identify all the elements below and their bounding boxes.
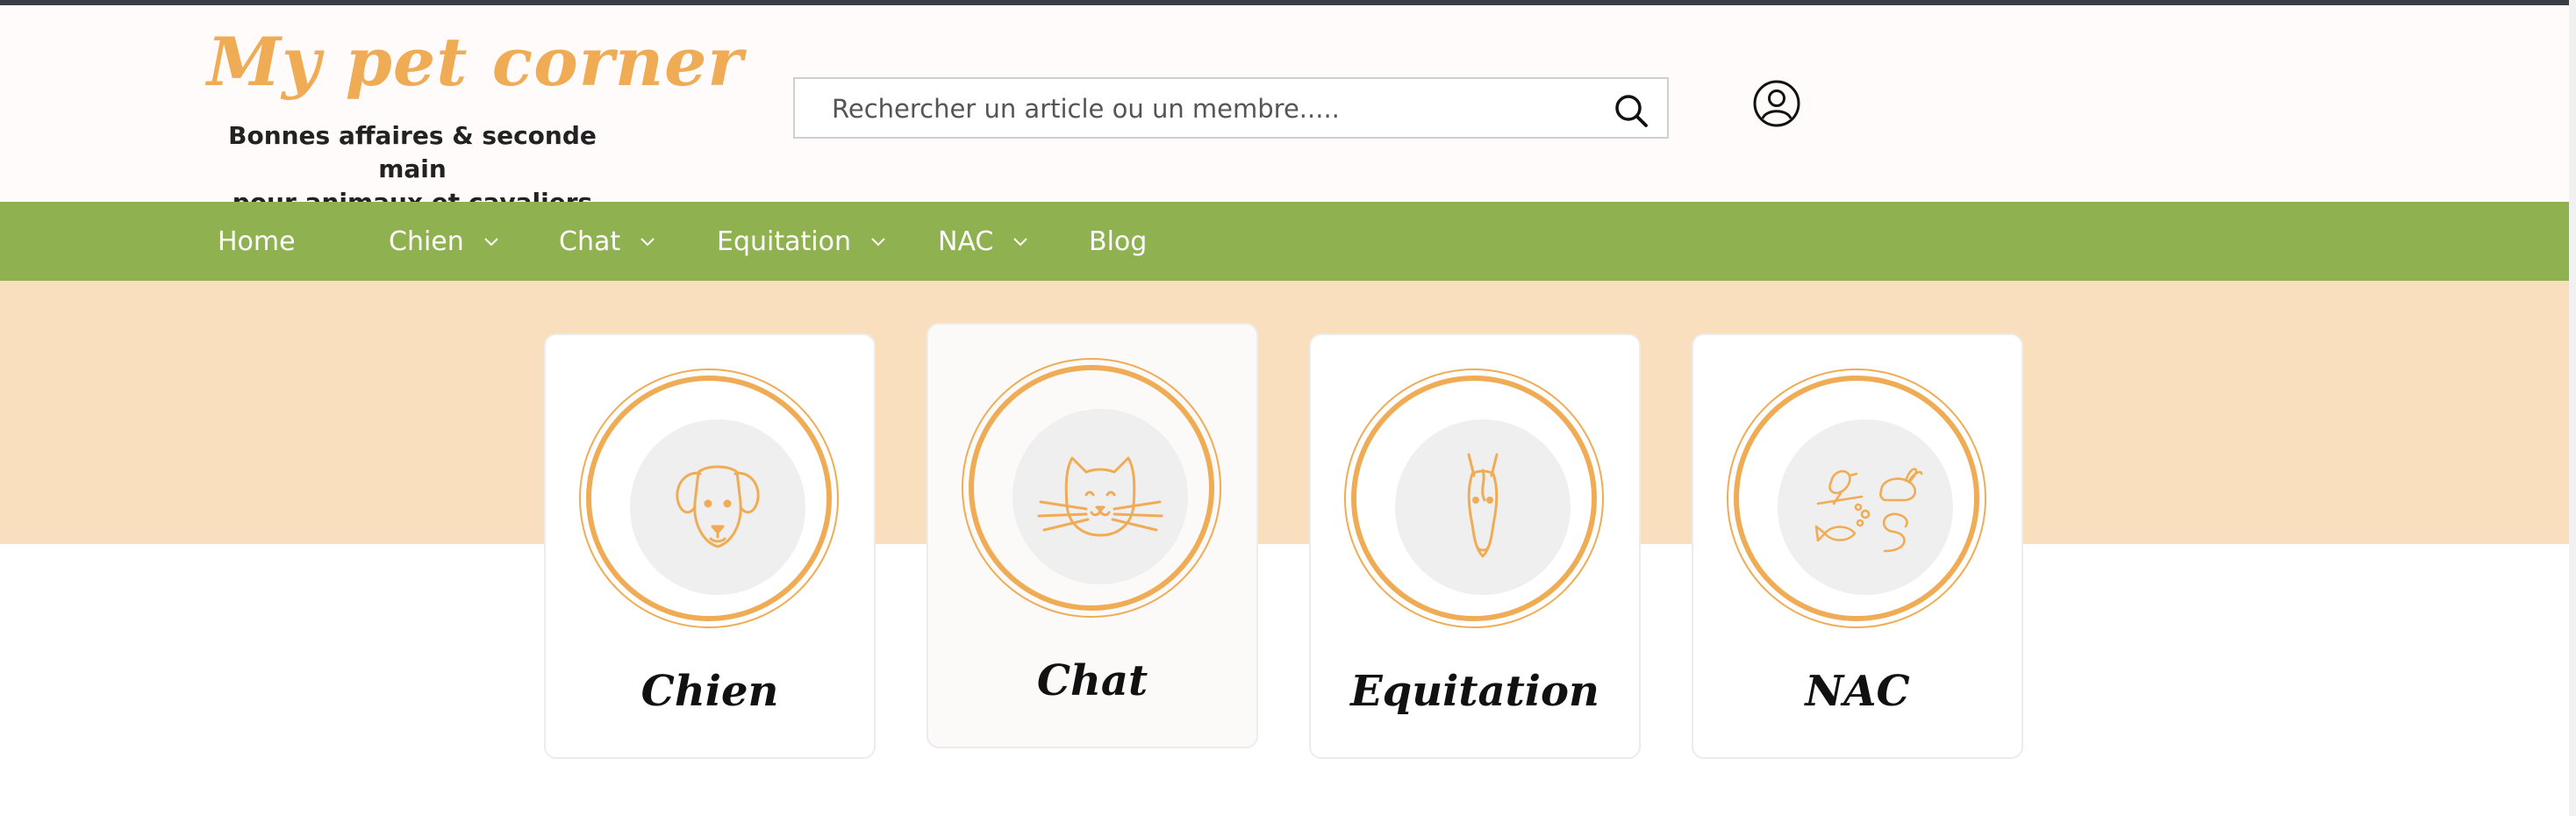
- site-logo[interactable]: My pet corner: [207, 23, 743, 101]
- tagline-line-1: Bonnes affaires & seconde main: [228, 121, 597, 183]
- nav-home[interactable]: Home: [218, 202, 296, 281]
- nav-chat[interactable]: Chat: [559, 202, 655, 281]
- chevron-down-icon: [871, 238, 885, 247]
- category-card-equitation[interactable]: Equitation: [1309, 333, 1641, 759]
- nav-chat-label: Chat: [559, 225, 621, 257]
- nav-blog-label: Blog: [1089, 225, 1148, 257]
- search-icon[interactable]: [1613, 92, 1649, 129]
- nav-chien[interactable]: Chien: [389, 202, 499, 281]
- nav-equitation-label: Equitation: [717, 225, 851, 257]
- nav-nac[interactable]: NAC: [938, 202, 1028, 281]
- category-label-equitation: Equitation: [1350, 667, 1599, 716]
- search-bar: [793, 77, 1669, 139]
- category-card-chat[interactable]: Chat: [927, 323, 1258, 748]
- cat-icon: [1013, 409, 1188, 584]
- category-label-nac: NAC: [1805, 667, 1910, 716]
- category-label-chat: Chat: [1036, 656, 1148, 705]
- nav-blog[interactable]: Blog: [1089, 202, 1147, 281]
- nav-home-label: Home: [218, 225, 296, 257]
- category-card-chien[interactable]: Chien: [544, 333, 876, 759]
- scrollbar[interactable]: [2569, 0, 2576, 816]
- nav-nac-label: NAC: [938, 225, 994, 257]
- category-icon-ring: [962, 358, 1221, 618]
- ring-inner: [1351, 376, 1597, 621]
- search-input[interactable]: [830, 79, 1588, 139]
- site-header: My pet corner Bonnes affaires & seconde …: [0, 5, 2569, 217]
- chevron-down-icon: [1013, 238, 1028, 247]
- chevron-down-icon: [484, 238, 498, 247]
- ring-inner: [586, 376, 832, 621]
- hero-banner: [0, 281, 2569, 544]
- category-card-nac[interactable]: NAC: [1692, 333, 2023, 759]
- ring-inner: [969, 365, 1214, 611]
- category-icon-ring: [579, 369, 839, 628]
- small-pets-icon: [1778, 419, 1953, 595]
- ring-inner: [1734, 376, 1979, 621]
- chevron-down-icon: [640, 238, 655, 247]
- dog-icon: [630, 419, 805, 595]
- nav-chien-label: Chien: [389, 225, 464, 257]
- category-icon-ring: [1727, 369, 1986, 628]
- horse-icon: [1395, 419, 1571, 595]
- category-icon-ring: [1344, 369, 1604, 628]
- main-navigation: Home Chien Chat Equitation NAC Blog: [0, 202, 2569, 281]
- user-account-icon[interactable]: [1752, 79, 1801, 128]
- category-label-chien: Chien: [640, 667, 779, 716]
- nav-equitation[interactable]: Equitation: [717, 202, 886, 281]
